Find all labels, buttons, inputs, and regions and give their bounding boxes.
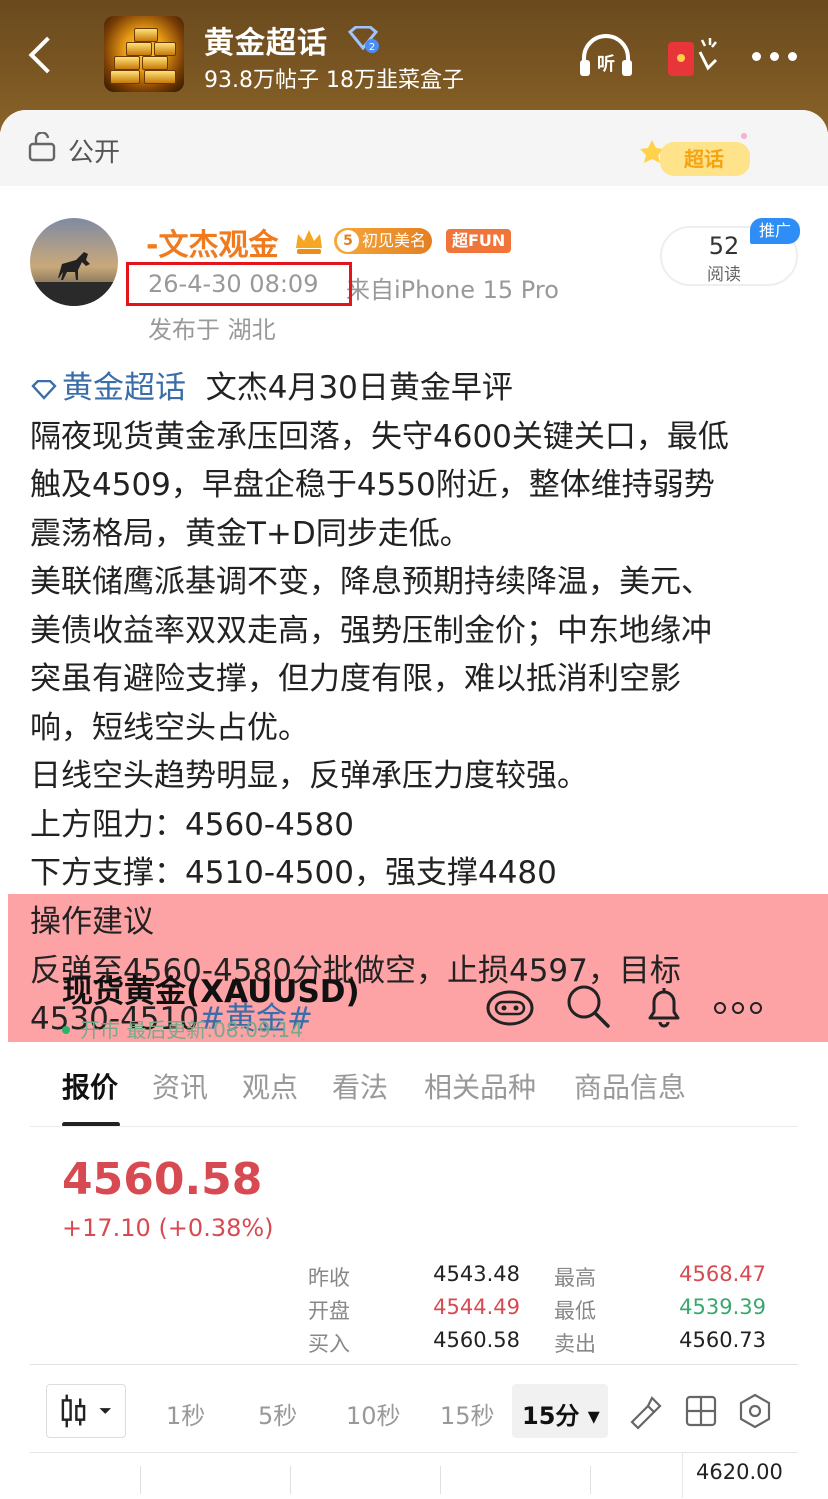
time-highlight-box [126,262,352,306]
quote-more-icon[interactable] [712,990,764,1042]
post-line: 美联储鹰派基调不变，降息预期持续降温，美元、 [30,564,712,600]
post-line: 触及4509，早盘企稳于4550附近，整体维持弱势 [30,467,715,503]
bid-label: 买入 [308,1332,350,1356]
tab-related[interactable]: 相关品种 [424,1066,536,1106]
chart-grid-line [140,1466,141,1494]
topic-stats: 93.8万帖子 18万韭菜盒子 [204,68,464,93]
post-line: 响，短线空头占优。 [30,709,309,746]
low-label: 最低 [554,1299,596,1323]
current-price: 4560.58 [62,1154,263,1205]
timeframe-15m[interactable]: 15分 ▾ [522,1396,600,1431]
divider [30,1126,798,1127]
chart-axis-price-label: 4620.00 [696,1460,783,1484]
timeframe-5s[interactable]: 5秒 [258,1396,297,1431]
verified-diamond-icon: 2 [347,26,379,53]
chart-grid-line [590,1466,591,1494]
fun-badge[interactable]: 超FUN [446,229,512,253]
open-value: 4544.49 [433,1295,520,1319]
avatar[interactable] [30,218,118,306]
post-line-title: 黄金超话 文杰4月30日黄金早评 [30,364,810,413]
post-card: 公开 超话 -文杰观金 初见美名 超FUN 26-4-30 08:09 来自iP… [0,110,828,1499]
low-value: 4539.39 [679,1295,766,1319]
post-line: 突虽有避险支撑，但力度有限，难以抵消利空影 [30,661,681,697]
listen-icon[interactable]: 听 [578,34,634,80]
robot-assistant-icon[interactable] [484,980,536,1032]
candlestick-icon [61,1394,112,1428]
red-packet-icon[interactable] [664,34,720,80]
draw-tool-icon[interactable] [626,1392,664,1430]
tab-viewpoints[interactable]: 观点 [242,1066,298,1106]
post-line: 美债收益率双双走高，强势压制金价；中东地缘冲 [30,612,712,649]
post-content: 黄金超话 文杰4月30日黄金早评 隔夜现货黄金承压回落，失守4600关键关口，最… [30,364,810,898]
svg-text:听: 听 [597,53,615,75]
author-name[interactable]: -文杰观金 [146,220,278,264]
chart-grid-line [440,1466,441,1494]
crown-icon [296,230,322,254]
post-line: 下方支撑：4510-4500，强支撑4480 [30,855,557,891]
search-icon[interactable] [562,980,614,1032]
chart-grid-line [290,1466,291,1494]
post-line: 上方阻力：4560-4580 [30,806,354,843]
horse-silhouette-icon [30,252,118,306]
topic-name: 黄金超话 [204,26,328,61]
prev-close-value: 4543.48 [433,1262,520,1286]
divider [30,1364,798,1365]
bell-icon[interactable] [638,980,690,1032]
settings-hexagon-icon[interactable] [736,1392,774,1430]
tab-news[interactable]: 资讯 [152,1066,208,1106]
tab-quote[interactable]: 报价 [62,1066,118,1106]
price-change: +17.10 (+0.38%) [62,1214,274,1242]
status-dot [62,1026,70,1034]
post-location: 发布于 湖北 [148,316,276,344]
timeframe-bar: 1秒 5秒 10秒 15秒 15分 ▾ [0,1370,828,1450]
prev-close-label: 昨收 [308,1266,350,1290]
high-value: 4568.47 [679,1262,766,1286]
topic-link[interactable]: 黄金超话 [62,370,186,406]
timeframe-15s[interactable]: 15秒 [440,1396,495,1431]
visibility-label: 公开 [68,138,121,168]
promote-button[interactable]: 推广 [750,218,800,244]
tab-product-info[interactable]: 商品信息 [574,1066,686,1106]
topic-diamond-icon [31,380,57,400]
more-icon[interactable] [746,40,802,86]
post-source: 来自iPhone 15 Pro [346,276,559,304]
post-line: 震荡格局，黄金T+D同步走低。 [30,515,471,552]
visibility-row: 公开 超话 [0,110,828,186]
post-line: 日线空头趋势明显，反弹承压力度较强。 [30,758,588,794]
layout-grid-icon[interactable] [682,1392,720,1430]
bid-value: 4560.58 [433,1328,520,1352]
tab-opinions[interactable]: 看法 [332,1066,388,1106]
market-status: 开市 最后更新:08:09:14 [62,1014,303,1043]
quote-title: 现货黄金(XAUUSD) [62,974,360,1010]
svg-text:2: 2 [369,42,375,53]
timeframe-10s[interactable]: 10秒 [346,1396,401,1431]
ask-label: 卖出 [554,1332,596,1356]
chart-type-select[interactable] [46,1384,126,1438]
timeframe-1s[interactable]: 1秒 [166,1396,205,1431]
topic-logo[interactable] [104,16,184,92]
advice-line: 操作建议 [30,904,154,940]
open-label: 开盘 [308,1299,350,1323]
chaohua-badge-text: 超话 [683,147,724,171]
level-badge[interactable]: 初见美名 [334,228,433,254]
unlock-icon [28,132,56,162]
post-line: 隔夜现货黄金承压回落，失守4600关键关口，最低 [30,418,729,455]
back-arrow-icon[interactable] [22,36,62,76]
chart-price-axis-line [682,1452,683,1498]
ask-value: 4560.73 [679,1328,766,1352]
chaohua-badge-icon[interactable]: 超话 [634,128,764,184]
read-label: 阅读 [707,265,741,285]
high-label: 最高 [554,1266,596,1290]
